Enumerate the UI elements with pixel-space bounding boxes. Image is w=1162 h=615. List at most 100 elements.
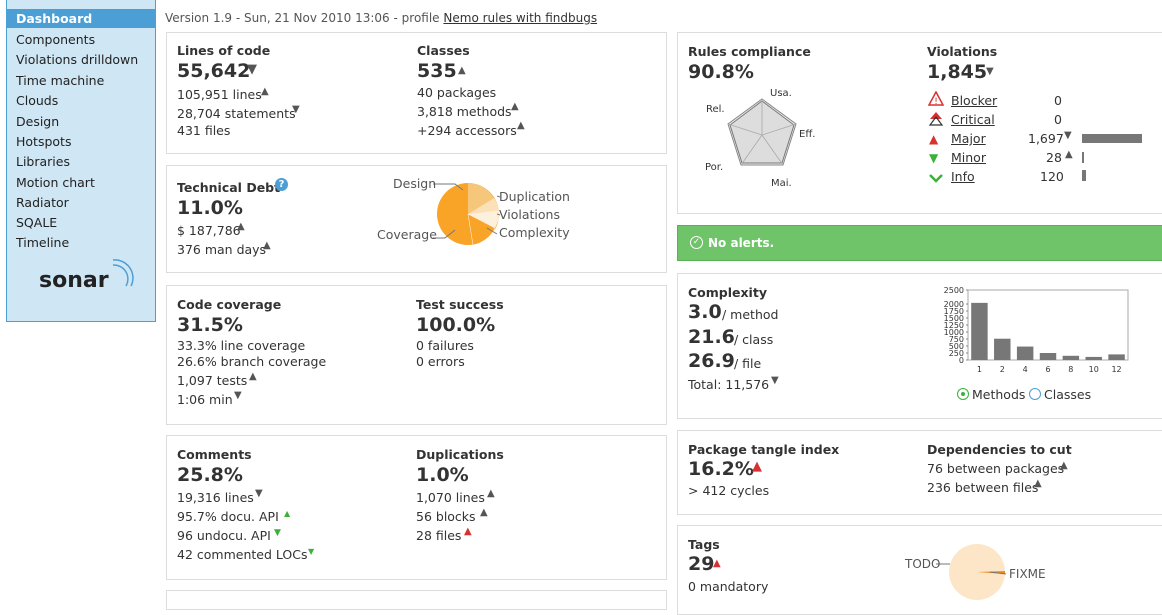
radar-label-reliability: Rel. xyxy=(706,104,725,115)
critical-icon xyxy=(928,111,944,127)
chart-bar[interactable] xyxy=(994,338,1011,360)
radar-label-portability: Por. xyxy=(705,162,724,173)
tangle-cycles[interactable]: > 412 cycles xyxy=(688,483,769,498)
test-errors[interactable]: 0 errors xyxy=(416,354,465,369)
classes-value[interactable]: 535 xyxy=(417,60,457,82)
tags-mandatory[interactable]: 0 mandatory xyxy=(688,579,768,594)
x-tick-label: 4 xyxy=(1023,365,1028,374)
line-coverage[interactable]: 33.3% line coverage xyxy=(177,338,305,353)
sidebar-item-hotspots[interactable]: Hotspots xyxy=(16,134,71,149)
loc-lines[interactable]: 105,951 lines xyxy=(177,87,262,102)
chart-bar[interactable] xyxy=(1016,346,1034,360)
comment-lines[interactable]: 19,316 lines xyxy=(177,490,254,505)
complexity-file-value[interactable]: 26.9 xyxy=(688,350,735,372)
sidebar-item-clouds[interactable]: Clouds xyxy=(16,93,58,108)
violation-info-count[interactable]: 120 xyxy=(1040,169,1064,184)
violation-major-link[interactable]: Major xyxy=(951,131,986,146)
deps-files[interactable]: 236 between files xyxy=(927,480,1038,495)
complexity-method-value[interactable]: 3.0 xyxy=(688,301,722,323)
profile-link[interactable]: Nemo rules with findbugs xyxy=(443,11,597,25)
coverage-value[interactable]: 31.5% xyxy=(177,314,243,336)
pie-label-duplication: Duplication xyxy=(499,189,570,204)
sidebar-item-violations-drilldown[interactable]: Violations drilldown xyxy=(16,52,138,67)
complexity-total[interactable]: Total: 11,576 xyxy=(688,377,769,392)
dup-blocks[interactable]: 56 blocks xyxy=(416,509,476,524)
radio-classes[interactable] xyxy=(1029,388,1041,400)
tags-value[interactable]: 29 xyxy=(688,553,714,575)
tests-time[interactable]: 1:06 min xyxy=(177,392,233,407)
x-tick-label: 2 xyxy=(1000,365,1005,374)
complexity-class-value[interactable]: 21.6 xyxy=(688,326,735,348)
minor-icon: ▼ xyxy=(929,151,939,165)
sidebar-item-radiator[interactable]: Radiator xyxy=(16,195,69,210)
deps-packages[interactable]: 76 between packages xyxy=(927,461,1064,476)
chart-bar[interactable] xyxy=(971,302,988,360)
radio-classes-label[interactable]: Classes xyxy=(1044,387,1091,402)
version-info: Version 1.9 - Sun, 21 Nov 2010 13:06 - p… xyxy=(165,11,597,25)
classes-packages[interactable]: 40 packages xyxy=(417,85,496,100)
complexity-method-unit: / method xyxy=(722,307,779,322)
classes-accessors[interactable]: +294 accessors xyxy=(417,123,517,138)
tests-count[interactable]: 1,097 tests xyxy=(177,373,247,388)
loc-value[interactable]: 55,642 xyxy=(177,60,250,82)
chart-bar[interactable] xyxy=(1062,355,1080,360)
branch-coverage[interactable]: 26.6% branch coverage xyxy=(177,354,326,369)
chart-bar[interactable] xyxy=(1039,353,1057,360)
classes-title: Classes xyxy=(417,43,470,58)
sidebar-item-timeline[interactable]: Timeline xyxy=(16,235,69,250)
violations-title: Violations xyxy=(927,44,998,59)
sidebar-item-design[interactable]: Design xyxy=(16,114,59,129)
sidebar-item-time-machine[interactable]: Time machine xyxy=(16,73,104,88)
violation-minor-link[interactable]: Minor xyxy=(951,150,986,165)
sidebar-item-sqale[interactable]: SQALE xyxy=(16,215,57,230)
chart-bar[interactable] xyxy=(1108,354,1125,360)
sidebar-item-motion-chart[interactable]: Motion chart xyxy=(16,175,95,190)
tangle-value[interactable]: 16.2% xyxy=(688,458,754,480)
commented-locs[interactable]: 42 commented LOCs xyxy=(177,547,307,562)
test-success-value[interactable]: 100.0% xyxy=(416,314,495,336)
loc-files[interactable]: 431 files xyxy=(177,123,230,138)
logo-arc-icon xyxy=(112,259,134,287)
major-icon: ▲ xyxy=(929,132,939,146)
up-arrow-red-icon: ▲ xyxy=(713,558,721,569)
down-arrow-icon: ▼ xyxy=(1064,130,1072,141)
chart-plot-area xyxy=(967,289,1129,361)
rules-radar-chart xyxy=(727,98,797,166)
violation-info-link[interactable]: Info xyxy=(951,169,975,184)
debt-value[interactable]: 11.0% xyxy=(177,197,243,219)
sidebar-item-components[interactable]: Components xyxy=(16,32,95,47)
violation-major-bar xyxy=(1082,134,1142,143)
violation-critical-link[interactable]: Critical xyxy=(951,112,995,127)
chart-bar[interactable] xyxy=(1085,356,1102,360)
radio-methods-label[interactable]: Methods xyxy=(972,387,1025,402)
pie-label-coverage: Coverage xyxy=(377,227,437,242)
violation-minor-count[interactable]: 28 xyxy=(1046,150,1062,165)
docu-api[interactable]: 95.7% docu. API xyxy=(177,509,279,524)
down-arrow-icon: ▼ xyxy=(986,66,994,77)
classes-methods[interactable]: 3,818 methods xyxy=(417,104,512,119)
violation-blocker-link[interactable]: Blocker xyxy=(951,93,997,108)
rules-panel: Rules compliance 90.8% Usa. Eff. Mai. Po… xyxy=(677,32,1162,214)
test-failures[interactable]: 0 failures xyxy=(416,338,474,353)
loc-statements[interactable]: 28,704 statements xyxy=(177,106,296,121)
info-icon xyxy=(928,170,944,186)
duplications-value[interactable]: 1.0% xyxy=(416,464,469,486)
tags-pie-chart xyxy=(936,544,1007,600)
tags-title: Tags xyxy=(688,537,720,552)
sidebar-item-dashboard[interactable]: Dashboard xyxy=(7,9,155,28)
violations-value[interactable]: 1,845 xyxy=(927,61,987,83)
dup-lines[interactable]: 1,070 lines xyxy=(416,490,485,505)
undocu-api[interactable]: 96 undocu. API xyxy=(177,528,271,543)
version-text: Version 1.9 - Sun, 21 Nov 2010 13:06 - p… xyxy=(165,11,440,25)
violation-major-count[interactable]: 1,697 xyxy=(1028,131,1064,146)
rules-value[interactable]: 90.8% xyxy=(688,61,754,83)
violation-critical-count[interactable]: 0 xyxy=(1054,112,1062,127)
comments-value[interactable]: 25.8% xyxy=(177,464,243,486)
help-icon[interactable]: ? xyxy=(275,178,288,191)
violation-blocker-count[interactable]: 0 xyxy=(1054,93,1062,108)
dup-files[interactable]: 28 files xyxy=(416,528,461,543)
down-arrow-icon: ▼ xyxy=(247,62,257,77)
sidebar-item-libraries[interactable]: Libraries xyxy=(16,154,70,169)
radio-methods[interactable] xyxy=(957,388,969,400)
pie-label-complexity: Complexity xyxy=(499,225,570,240)
